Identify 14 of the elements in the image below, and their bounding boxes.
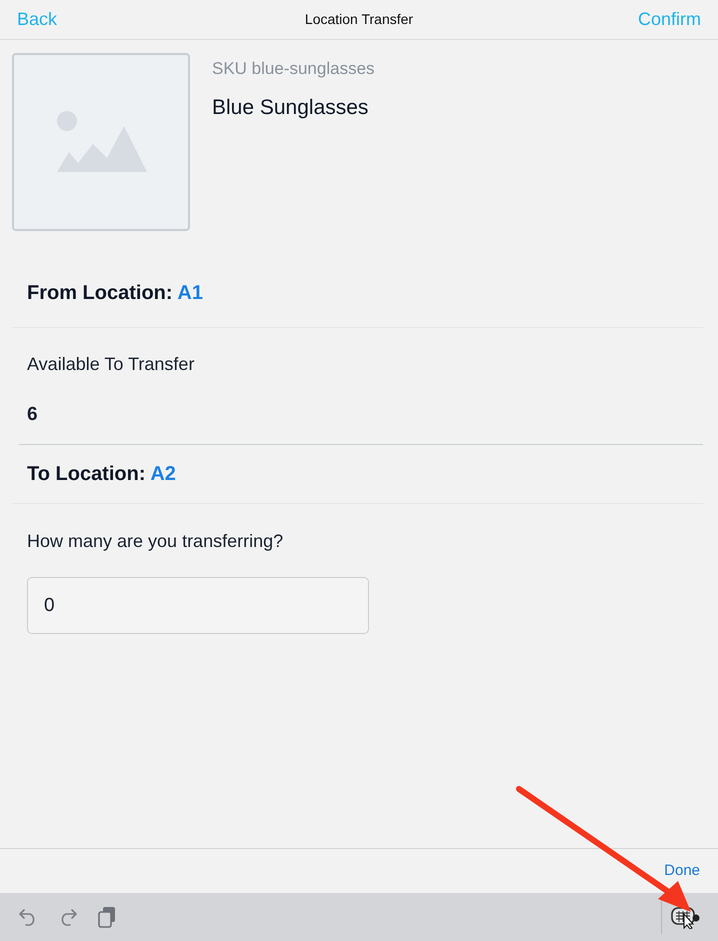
product-name: Blue Sunglasses — [212, 94, 370, 120]
confirm-button[interactable]: Confirm — [638, 6, 701, 33]
available-value: 6 — [27, 403, 39, 427]
quantity-label: How many are you transferring? — [27, 530, 284, 553]
to-location-heading: To Location: A2 — [27, 462, 176, 487]
window-title: Location Transfer — [304, 10, 414, 29]
quantity-input[interactable]: 0 — [27, 577, 369, 634]
available-label: Available To Transfer — [27, 353, 196, 376]
keyboard-icon[interactable] — [670, 905, 700, 929]
paste-icon[interactable] — [98, 906, 116, 928]
back-button[interactable]: Back — [17, 6, 58, 33]
done-button[interactable]: Done — [664, 860, 700, 882]
sku-label: SKU blue-sunglasses — [212, 58, 375, 80]
from-location-heading: From Location: A1 — [27, 281, 203, 306]
